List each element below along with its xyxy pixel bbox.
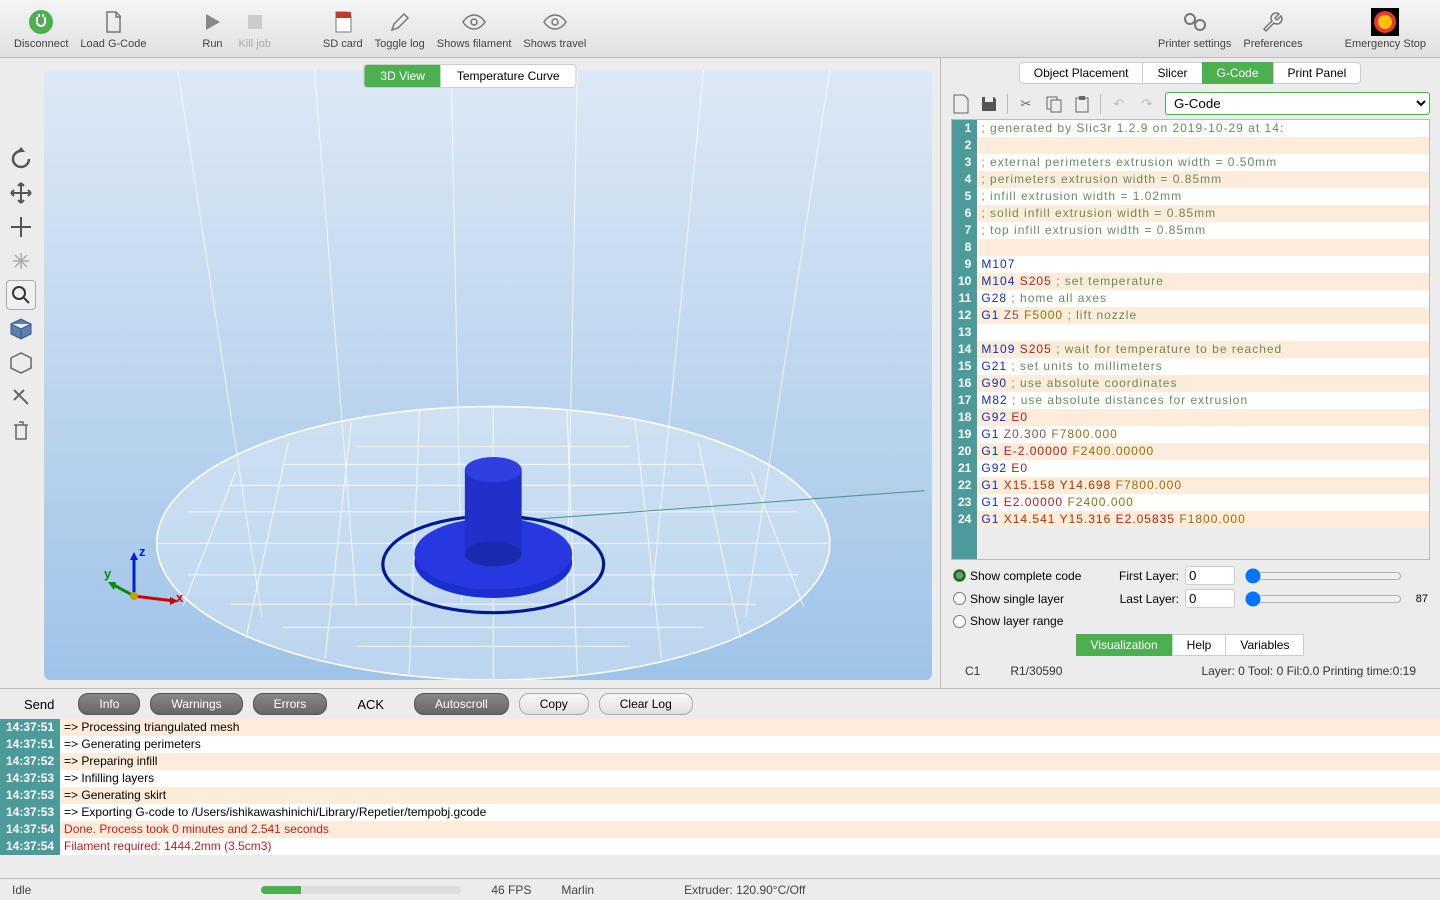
axis-gizmo: z y x [104,546,184,620]
printer-settings-button[interactable]: Printer settings [1158,8,1231,50]
sd-card-button[interactable]: SD card [323,8,363,50]
sd-card-icon [329,8,357,36]
last-layer-input[interactable] [1185,589,1235,608]
first-layer-input[interactable] [1185,566,1235,585]
new-file-icon[interactable] [951,94,971,114]
tab-print-panel[interactable]: Print Panel [1273,62,1362,84]
gcode-editor[interactable]: 123456789101112131415161718192021222324 … [951,119,1430,560]
rotate-icon[interactable] [6,144,36,174]
status-fps: 46 FPS [491,883,531,897]
toggle-log-button[interactable]: Toggle log [375,8,425,50]
tab-variables[interactable]: Variables [1225,634,1304,656]
trash-icon[interactable] [6,416,36,446]
undo-icon[interactable]: ↶ [1109,94,1129,114]
tab-help[interactable]: Help [1172,634,1227,656]
tab-gcode[interactable]: G-Code [1202,62,1274,84]
status-bar: Idle 46 FPS Marlin Extruder: 120.90°C/Of… [0,878,1440,900]
pan-icon[interactable] [6,246,36,276]
log-copy-button[interactable]: Copy [519,693,589,715]
tab-temperature-curve[interactable]: Temperature Curve [441,65,576,87]
radio-show-complete[interactable] [953,569,966,582]
last-layer-slider[interactable] [1245,591,1402,607]
view-tabs: 3D View Temperature Curve [363,64,576,88]
log-lines[interactable]: 14:37:51 => Processing triangulated mesh… [0,719,1440,878]
log-clear-button[interactable]: Clear Log [599,693,693,715]
viewport-3d[interactable]: z y x [44,70,932,680]
log-autoscroll[interactable]: Autoscroll [414,693,509,715]
stop-icon [241,8,269,36]
status-idle: Idle [12,883,31,897]
emergency-stop-button[interactable]: Emergency Stop [1345,8,1426,50]
run-button[interactable]: Run [198,8,226,50]
kill-job-button: Kill job [238,8,270,50]
eye-icon [460,8,488,36]
load-gcode-button[interactable]: Load G-Code [80,8,146,50]
copy-icon[interactable] [1044,94,1064,114]
tab-object-placement[interactable]: Object Placement [1019,62,1144,84]
cut-icon[interactable]: ✂ [1016,94,1036,114]
first-layer-slider[interactable] [1245,568,1402,584]
radio-show-single[interactable] [953,592,966,605]
tab-3d-view[interactable]: 3D View [364,65,440,87]
gears-icon [1181,8,1209,36]
send-label[interactable]: Send [10,697,68,712]
layer-controls: Show complete code First Layer: Show sin… [941,560,1440,688]
eye-icon [541,8,569,36]
disconnect-button[interactable]: Disconnect [14,8,68,50]
preferences-button[interactable]: Preferences [1243,8,1302,50]
gcode-status-line: C1 R1/30590 Layer: 0 Tool: 0 Fil:0.0 Pri… [953,660,1428,682]
perspective-icon[interactable] [6,314,36,344]
gcode-type-select[interactable]: G-Code [1165,92,1430,115]
log-filter-info[interactable]: Info [78,693,140,715]
save-icon[interactable] [979,94,999,114]
parallel-icon[interactable] [6,382,36,412]
progress-bar [261,886,461,894]
shows-filament-button[interactable]: Shows filament [437,8,512,50]
viz-tabs: Visualization Help Variables [953,634,1428,656]
play-icon [198,8,226,36]
move-icon[interactable] [6,212,36,242]
tab-visualization[interactable]: Visualization [1076,634,1173,656]
file-icon [99,8,127,36]
status-extruder: Extruder: 120.90°C/Off [684,883,805,897]
move-xy-icon[interactable] [6,178,36,208]
status-firmware: Marlin [561,883,594,897]
shows-travel-button[interactable]: Shows travel [523,8,586,50]
pencil-icon [386,8,414,36]
right-tabs: Object Placement Slicer G-Code Print Pan… [941,58,1440,88]
log-filter-errors[interactable]: Errors [253,693,328,715]
radio-show-range[interactable] [953,615,966,628]
log-filter-warnings[interactable]: Warnings [150,693,242,715]
log-filter-ack[interactable]: ACK [337,697,404,712]
log-panel: Send Info Warnings Errors ACK Autoscroll… [0,688,1440,878]
emergency-stop-icon [1371,8,1399,36]
plug-icon [27,8,55,36]
editor-toolbar: ✂ ↶ ↷ G-Code [941,88,1440,119]
paste-icon[interactable] [1072,94,1092,114]
tab-slicer[interactable]: Slicer [1142,62,1202,84]
zoom-icon[interactable] [6,280,36,310]
top-toolbar: Disconnect Load G-Code Run Kill job SD c… [0,0,1440,58]
view-side-tools [6,144,36,446]
redo-icon[interactable]: ↷ [1137,94,1157,114]
isometric-icon[interactable] [6,348,36,378]
wrench-icon [1259,8,1287,36]
